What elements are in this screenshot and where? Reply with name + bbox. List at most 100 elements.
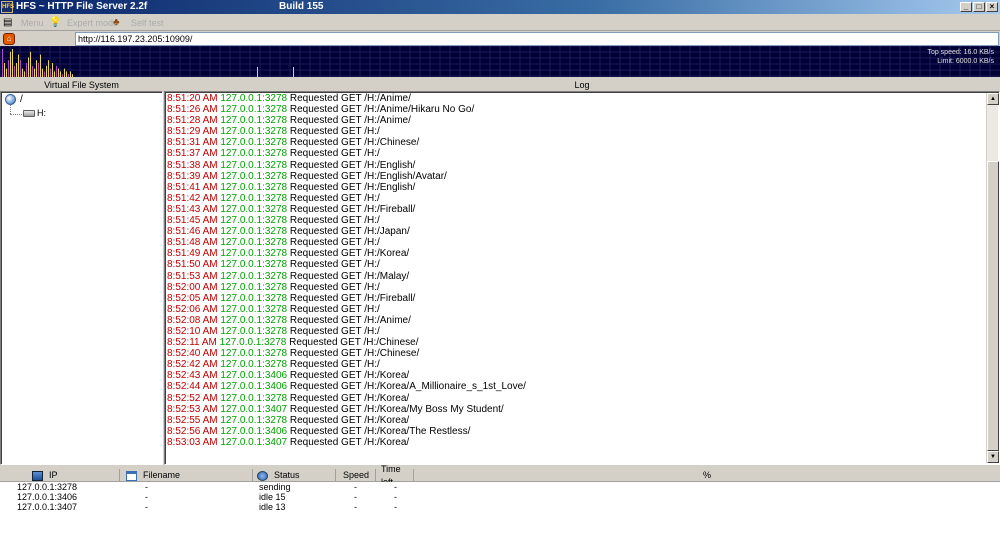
column-filename[interactable]: Filename — [120, 469, 253, 482]
column-speed[interactable]: Speed — [336, 469, 376, 482]
url-row: ⌂ — [0, 32, 1000, 46]
column-ip[interactable]: IP — [0, 469, 120, 482]
graph-bar — [293, 67, 294, 77]
scroll-up-icon[interactable]: ▲ — [987, 93, 999, 105]
graph-bar — [12, 49, 13, 77]
graph-bar — [44, 71, 45, 77]
log-time: 8:51:53 AM — [167, 270, 218, 282]
log-entry: 8:52:00 AM 127.0.0.1:3278 Requested GET … — [167, 282, 985, 293]
log-ip: 127.0.0.1:3406 — [220, 370, 288, 382]
vfs-title: Virtual File System — [44, 80, 119, 90]
log-entry: 8:51:53 AM 127.0.0.1:3278 Requested GET … — [167, 271, 985, 282]
column-status[interactable]: Status — [253, 469, 336, 482]
log-panel[interactable]: 8:51:20 AM 127.0.0.1:3278 Requested GET … — [164, 91, 1000, 465]
log-ip: 127.0.0.1:3278 — [220, 137, 288, 149]
log-time: 8:51:46 AM — [167, 226, 218, 238]
log-time: 8:52:00 AM — [167, 281, 218, 293]
graph-bar — [30, 51, 31, 77]
log-message: Requested GET /H:/ — [289, 325, 380, 337]
log-message: Requested GET /H:/Korea/A_Millionaire_s_… — [289, 381, 526, 393]
log-entry: 8:51:31 AM 127.0.0.1:3278 Requested GET … — [167, 137, 985, 148]
vfs-tree[interactable]: / H: — [0, 91, 163, 465]
log-ip: 127.0.0.1:3407 — [220, 436, 288, 448]
log-scrollbar[interactable]: ▲ ▼ — [986, 93, 999, 463]
maximize-icon[interactable]: □ — [973, 2, 985, 12]
log-message: Requested GET /H:/Korea/ — [289, 370, 410, 382]
log-message: Requested GET /H:/Korea/ — [289, 436, 410, 448]
column-speed-label: Speed — [343, 470, 370, 480]
title-bar[interactable]: HFS HFS ~ HTTP File Server 2.2f Build 15… — [0, 0, 1000, 14]
log-ip: 127.0.0.1:3278 — [220, 270, 288, 282]
graph-bar — [14, 65, 15, 77]
log-time: 8:51:48 AM — [167, 237, 218, 249]
log-message: Requested GET /H:/ — [289, 215, 380, 227]
log-ip: 127.0.0.1:3278 — [220, 248, 288, 260]
graph-bar — [62, 74, 63, 77]
log-time: 8:52:11 AM — [167, 337, 217, 349]
url-input[interactable] — [75, 32, 999, 46]
connection-row[interactable]: 127.0.0.1:3407 - idle 13 - - — [0, 503, 1000, 512]
tree-connector — [10, 105, 11, 114]
graph-bar — [2, 49, 3, 77]
log-ip: 127.0.0.1:3278 — [220, 203, 288, 215]
log-entry: 8:51:20 AM 127.0.0.1:3278 Requested GET … — [167, 93, 985, 104]
connection-row[interactable]: 127.0.0.1:3406 - idle 15 - - — [0, 493, 1000, 502]
log-time: 8:52:40 AM — [167, 348, 218, 360]
home-icon[interactable]: ⌂ — [3, 33, 15, 45]
log-entry: 8:51:26 AM 127.0.0.1:3278 Requested GET … — [167, 104, 985, 115]
log-time: 8:51:26 AM — [167, 104, 218, 116]
log-message: Requested GET /H:/Anime/Hikaru No Go/ — [289, 104, 475, 116]
log-time: 8:51:50 AM — [167, 259, 218, 271]
log-time: 8:52:05 AM — [167, 292, 218, 304]
graph-bar — [32, 65, 33, 77]
log-message: Requested GET /H:/Fireball/ — [289, 203, 416, 215]
minimize-icon[interactable]: _ — [960, 2, 972, 12]
log-entry: 8:52:52 AM 127.0.0.1:3278 Requested GET … — [167, 393, 985, 404]
log-time: 8:51:43 AM — [167, 203, 218, 215]
self-test-button[interactable]: ♣ Self test — [113, 16, 164, 30]
graph-bar — [64, 68, 65, 77]
log-message: Requested GET /H:/ — [289, 237, 380, 249]
log-time: 8:51:41 AM — [167, 181, 218, 193]
log-message: Requested GET /H:/Korea/My Boss My Stude… — [289, 403, 504, 415]
log-entry: 8:52:10 AM 127.0.0.1:3278 Requested GET … — [167, 326, 985, 337]
column-filename-label: Filename — [143, 470, 181, 480]
log-ip: 127.0.0.1:3278 — [220, 259, 288, 271]
connection-row[interactable]: 127.0.0.1:3278 - sending - - — [0, 483, 1000, 492]
graph-bar — [58, 68, 59, 77]
log-time: 8:51:37 AM — [167, 148, 218, 160]
lightbulb-icon: 💡 — [49, 17, 62, 28]
log-time: 8:51:28 AM — [167, 115, 218, 127]
graph-bar — [26, 63, 27, 77]
close-icon[interactable]: × — [986, 2, 998, 12]
column-percent[interactable]: % — [414, 469, 1000, 482]
menu-label: Menu — [21, 18, 44, 28]
scroll-down-icon[interactable]: ▼ — [987, 451, 999, 463]
graph-bar — [24, 71, 25, 77]
log-message: Requested GET /H:/English/ — [289, 159, 416, 171]
log-ip: 127.0.0.1:3407 — [220, 403, 288, 415]
column-time-left[interactable]: Time left — [376, 464, 414, 487]
tree-item-label: H: — [37, 108, 46, 118]
menu-button[interactable]: ▤ Menu — [3, 16, 44, 30]
scroll-thumb[interactable] — [987, 161, 999, 451]
graph-bar — [22, 68, 23, 77]
hfs-logo-icon: HFS — [1, 1, 14, 13]
log-ip: 127.0.0.1:3278 — [220, 104, 288, 116]
graph-bar — [4, 63, 5, 77]
connections-list[interactable]: 127.0.0.1:3278- sending - -127.0.0.1:3406- i… — [0, 482, 1000, 533]
graph-bar — [28, 57, 29, 77]
graph-bar — [70, 71, 71, 77]
log-message: Requested GET /H:/Korea/The Restless/ — [289, 425, 471, 437]
graph-bar — [34, 68, 35, 77]
log-ip: 127.0.0.1:3278 — [220, 170, 288, 182]
expert-mode-button[interactable]: 💡 Expert mode — [49, 16, 118, 30]
log-entry: 8:52:43 AM 127.0.0.1:3406 Requested GET … — [167, 370, 985, 381]
log-ip: 127.0.0.1:3278 — [220, 159, 288, 171]
tree-root-item[interactable]: / — [5, 94, 23, 105]
log-time: 8:52:55 AM — [167, 414, 218, 426]
connection-ip: 127.0.0.1:3406 — [17, 492, 78, 502]
tree-item-h-drive[interactable]: H: — [23, 108, 46, 118]
graph-bar — [38, 63, 39, 77]
log-ip: 127.0.0.1:3278 — [219, 337, 287, 349]
